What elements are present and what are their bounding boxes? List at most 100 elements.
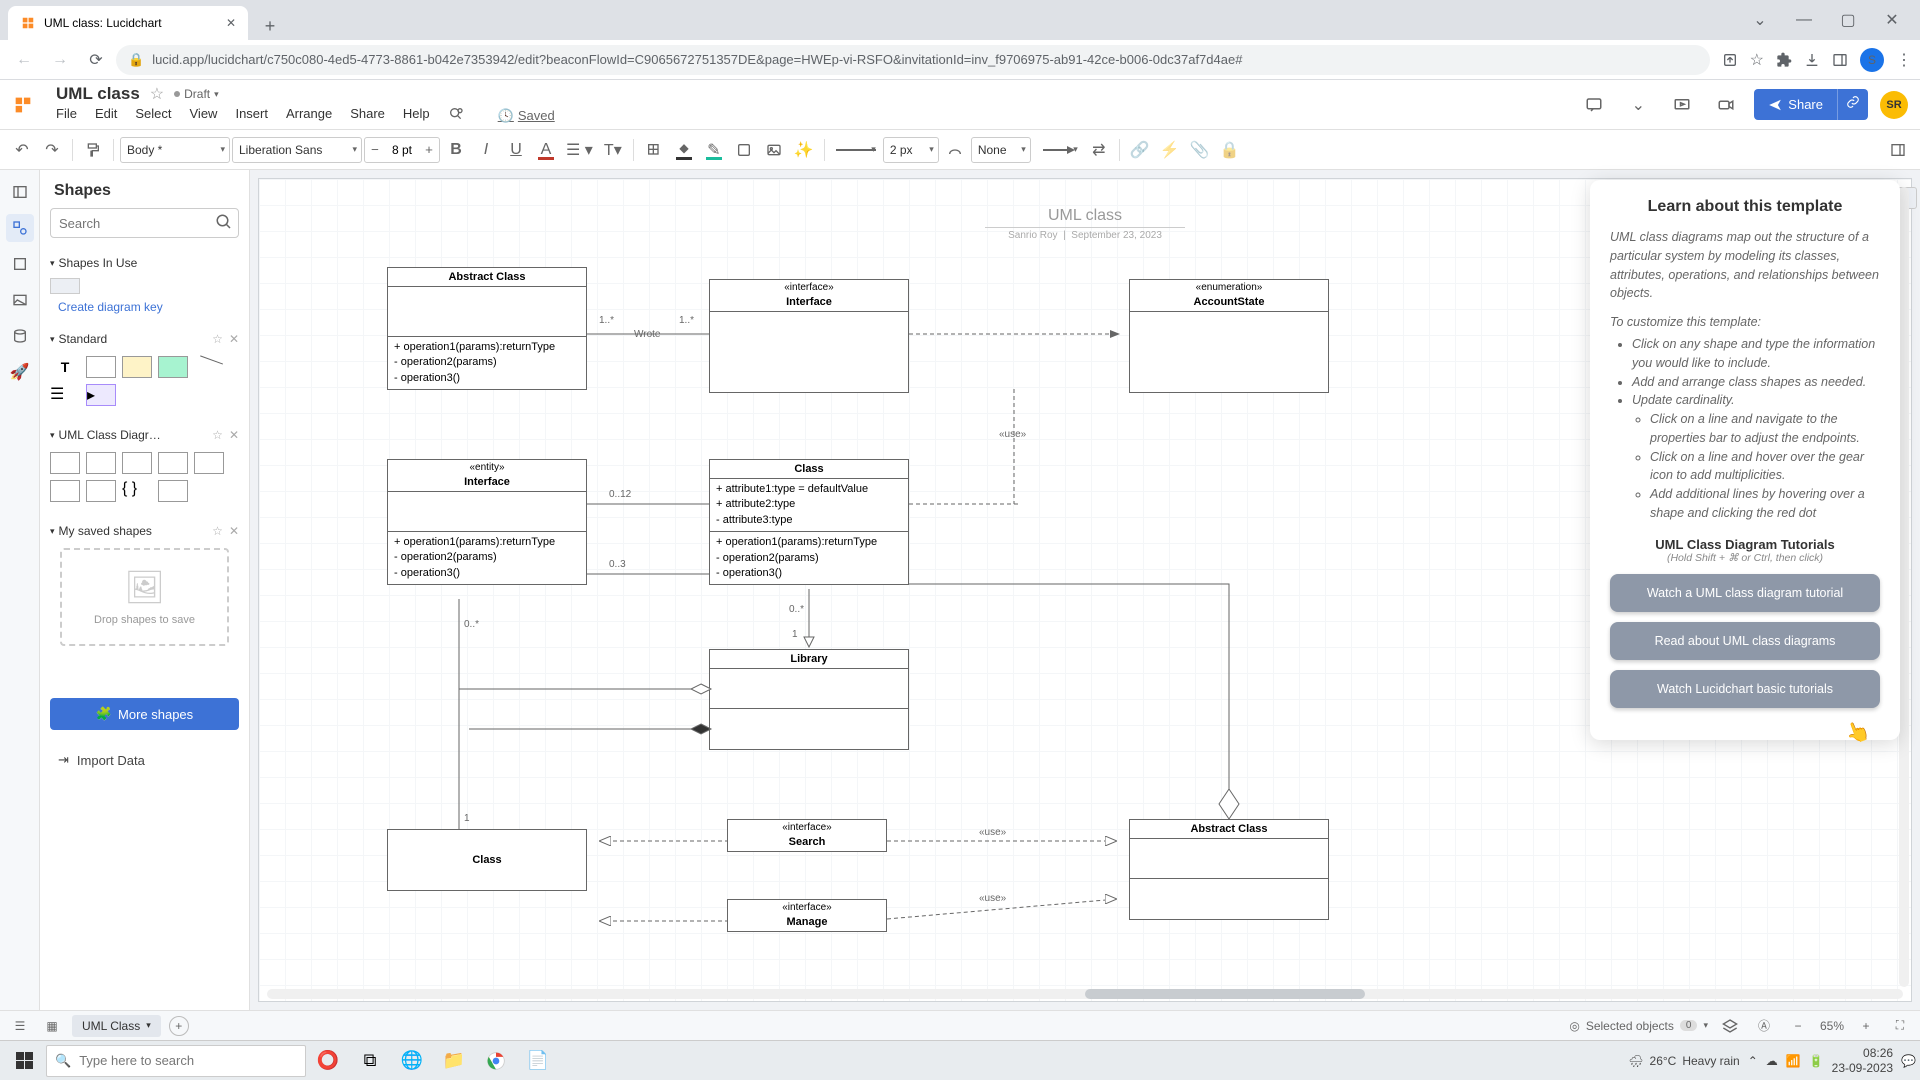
chevron-down-icon[interactable]: ⌄ (1740, 5, 1780, 35)
uml-class-2[interactable]: Class (387, 829, 587, 891)
data-rail-icon[interactable] (6, 322, 34, 350)
panel-toggle-icon[interactable] (6, 178, 34, 206)
layers-icon[interactable] (1718, 1014, 1742, 1038)
uml-shape[interactable] (158, 452, 188, 474)
uml-library[interactable]: Library (709, 649, 909, 750)
uml-shape[interactable] (86, 480, 116, 502)
bold-button[interactable]: B (442, 136, 470, 164)
search-docs-icon[interactable] (448, 106, 464, 125)
menu-view[interactable]: View (190, 106, 218, 125)
zoom-level[interactable]: 65% (1820, 1019, 1844, 1033)
wifi-icon[interactable]: 📶 (1786, 1054, 1801, 1068)
maximize-icon[interactable]: ▢ (1828, 5, 1868, 35)
share-link-button[interactable] (1837, 89, 1868, 120)
reload-button[interactable]: ⟳ (80, 44, 112, 76)
shapes-rail-icon[interactable] (6, 214, 34, 242)
section-shapes-in-use[interactable]: ▾ Shapes In Use (50, 252, 239, 274)
magic-button[interactable]: ✨ (790, 136, 818, 164)
record-icon[interactable] (1710, 89, 1742, 121)
section-standard[interactable]: ▾ Standard ☆✕ (50, 328, 239, 350)
add-page-button[interactable]: + (169, 1016, 189, 1036)
start-arrow-select[interactable]: None (971, 137, 1031, 163)
share-page-icon[interactable] (1722, 52, 1738, 68)
notifications-icon[interactable]: 💬 (1901, 1054, 1916, 1068)
tray-chevron-icon[interactable]: ⌃ (1748, 1054, 1758, 1068)
user-avatar[interactable]: SR (1880, 91, 1908, 119)
undo-button[interactable]: ↶ (8, 136, 36, 164)
taskbar-search[interactable]: 🔍 Type here to search (46, 1045, 306, 1077)
shapes-search-input[interactable] (50, 208, 239, 238)
bookmark-icon[interactable]: ☆ (1750, 50, 1764, 70)
watch-uml-tutorial-button[interactable]: Watch a UML class diagram tutorial (1610, 574, 1880, 612)
draft-status[interactable]: Draft ▾ (174, 87, 219, 101)
pin-icon[interactable]: ☆ (212, 524, 223, 538)
menu-help[interactable]: Help (403, 106, 430, 125)
diagram-key-tile[interactable] (50, 278, 80, 294)
search-icon[interactable] (215, 213, 233, 236)
action-button[interactable]: ⚡ (1156, 136, 1184, 164)
rect-shape[interactable] (86, 356, 116, 378)
line-shape[interactable] (194, 356, 224, 378)
chrome-icon[interactable] (476, 1043, 516, 1079)
uml-shape[interactable] (50, 480, 80, 502)
line-curve-button[interactable] (941, 136, 969, 164)
panels-toggle-button[interactable] (1884, 136, 1912, 164)
document-title[interactable]: UML class (56, 84, 140, 104)
section-saved-shapes[interactable]: ▾ My saved shapes ☆✕ (50, 520, 239, 542)
minimize-icon[interactable]: — (1784, 5, 1824, 35)
lock-button[interactable]: 🔒 (1216, 136, 1244, 164)
menu-select[interactable]: Select (135, 106, 171, 125)
battery-icon[interactable]: 🔋 (1809, 1054, 1824, 1068)
cortana-icon[interactable]: ⭕ (308, 1043, 348, 1079)
uml-shape[interactable] (122, 452, 152, 474)
image-button[interactable] (760, 136, 788, 164)
list-view-icon[interactable]: ☰ (8, 1014, 32, 1038)
uml-abstract-class-1[interactable]: Abstract Class + operation1(params):retu… (387, 267, 587, 390)
tab-close-icon[interactable]: ✕ (226, 16, 236, 30)
uml-shape[interactable] (86, 452, 116, 474)
zoom-out-button[interactable]: − (1786, 1014, 1810, 1038)
hotspot-shape[interactable]: ▸ (86, 384, 116, 406)
zoom-in-button[interactable]: + (1854, 1014, 1878, 1038)
canvas-scrollbar-horizontal[interactable] (267, 989, 1903, 999)
edge-icon[interactable]: 🌐 (392, 1043, 432, 1079)
present-icon[interactable] (1666, 89, 1698, 121)
canvas-scrollbar-vertical[interactable] (1899, 187, 1909, 987)
uml-shape[interactable]: { } (122, 480, 152, 502)
rocket-rail-icon[interactable]: 🚀 (6, 358, 34, 386)
pin-icon[interactable]: ☆ (212, 332, 223, 346)
uml-enum-accountstate[interactable]: «enumeration» AccountState (1129, 279, 1329, 393)
star-icon[interactable]: ☆ (150, 84, 164, 104)
selection-indicator[interactable]: ◎ Selected objects 0 ▾ (1569, 1019, 1708, 1033)
explorer-icon[interactable]: 📁 (434, 1043, 474, 1079)
uml-interface-manage[interactable]: «interface» Manage (727, 899, 887, 932)
text-shape[interactable]: T (50, 356, 80, 378)
line-style-button[interactable] (831, 136, 881, 164)
menu-edit[interactable]: Edit (95, 106, 117, 125)
paint-format-button[interactable] (79, 136, 107, 164)
block-shape[interactable] (158, 356, 188, 378)
image-rail-icon[interactable] (6, 286, 34, 314)
underline-button[interactable]: U (502, 136, 530, 164)
lucidchart-logo[interactable] (12, 91, 40, 119)
word-icon[interactable]: 📄 (518, 1043, 558, 1079)
more-shapes-button[interactable]: 🧩 More shapes (50, 698, 239, 730)
uml-abstract-class-2[interactable]: Abstract Class (1129, 819, 1329, 920)
import-data-button[interactable]: ⇥ Import Data (50, 744, 239, 776)
menu-kebab-icon[interactable]: ⋮ (1896, 50, 1912, 70)
saved-shapes-dropzone[interactable]: 🖼 Drop shapes to save (60, 548, 229, 646)
bucket-fill-button[interactable] (670, 136, 698, 164)
list-shape[interactable]: ☰ (50, 384, 80, 406)
saved-status[interactable]: 🕓 Saved (498, 106, 555, 125)
font-family-select[interactable]: Liberation Sans (232, 137, 362, 163)
section-uml-class[interactable]: ▾ UML Class Diagr… ☆✕ (50, 424, 239, 446)
uml-interface-search[interactable]: «interface» Search (727, 819, 887, 852)
weather-widget[interactable]: 🌧 26°C Heavy rain (1628, 1054, 1739, 1068)
uml-interface-1[interactable]: «interface» Interface (709, 279, 909, 393)
comment-icon[interactable] (1578, 89, 1610, 121)
decrease-font-button[interactable]: − (365, 138, 385, 162)
close-section-icon[interactable]: ✕ (229, 428, 239, 442)
border-color-button[interactable]: ✎ (700, 136, 728, 164)
font-style-select[interactable]: Body * (120, 137, 230, 163)
close-section-icon[interactable]: ✕ (229, 332, 239, 346)
